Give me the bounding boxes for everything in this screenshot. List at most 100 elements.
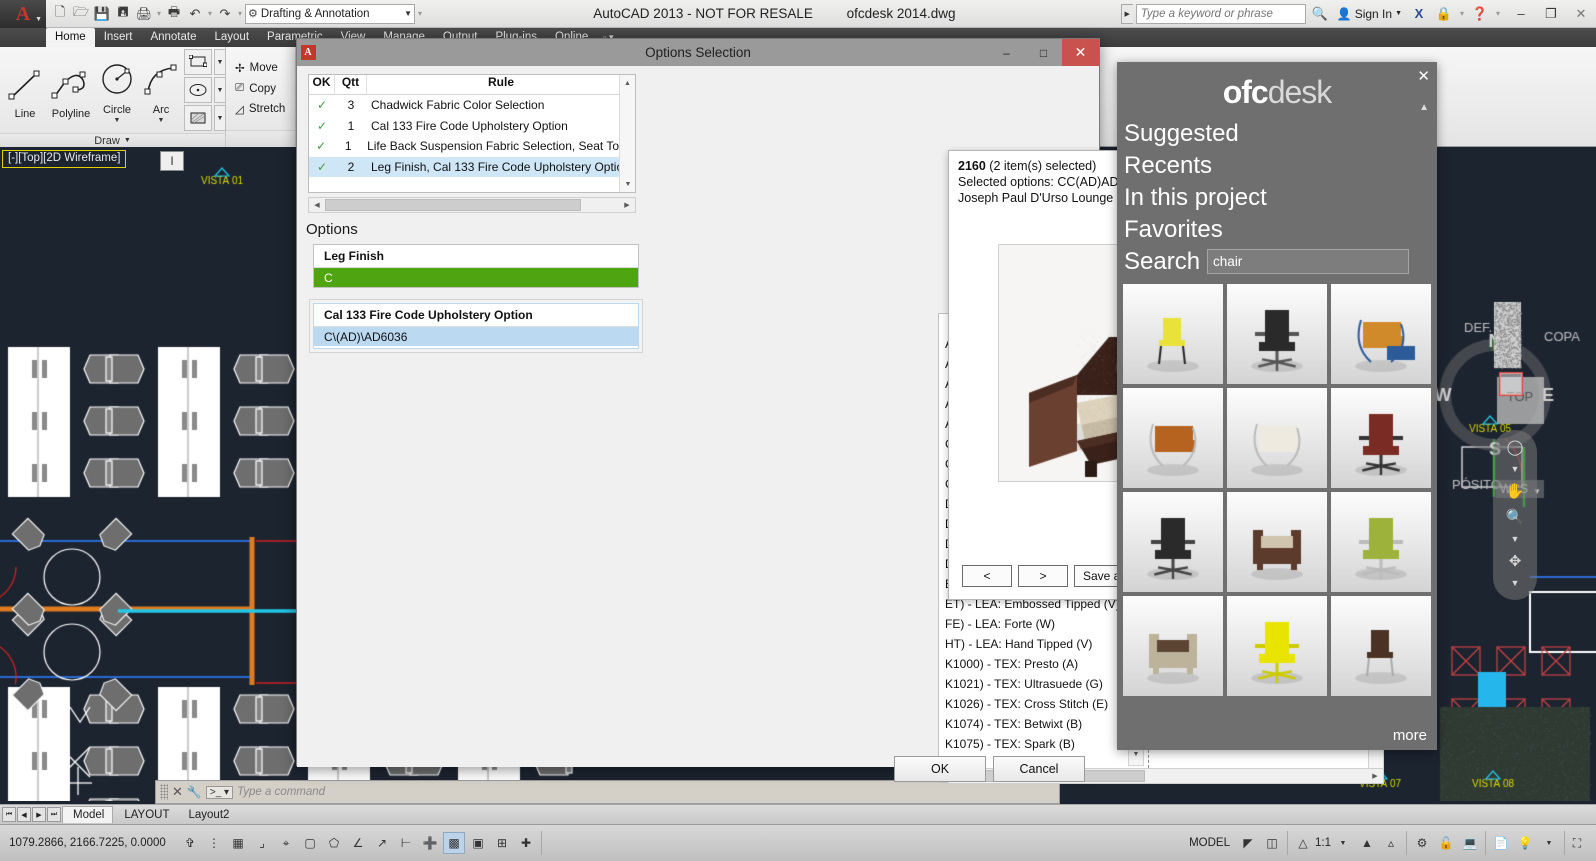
tab-annotate[interactable]: Annotate	[141, 28, 205, 47]
lineweight-icon[interactable]: ➕	[419, 832, 441, 854]
layout-tab-bar[interactable]: ⏮ ◀ ▶ ⏭ Model LAYOUT Layout2	[0, 804, 1596, 824]
table-row[interactable]: ✓ 1 Cal 133 Fire Code Upholstery Option	[309, 116, 635, 137]
dialog-minimize-button[interactable]: –	[988, 39, 1025, 66]
scroll-right-icon[interactable]: ▶	[1367, 772, 1383, 780]
rules-vertical-scrollbar[interactable]: ▲ ▼	[619, 75, 635, 192]
scroll-left-icon[interactable]: ◀	[309, 201, 325, 209]
minimize-button[interactable]: –	[1506, 0, 1536, 28]
hatch-dropdown-icon[interactable]: ▼	[214, 105, 226, 131]
new-icon[interactable]: 🗋	[50, 4, 70, 24]
annotation-visibility-icon[interactable]: ▲	[1356, 832, 1378, 854]
clean-screen-icon[interactable]: ⛶	[1566, 832, 1588, 854]
thumbnail-black-task-chair[interactable]	[1227, 284, 1327, 384]
window-controls[interactable]: – ❐ ✕	[1506, 0, 1596, 28]
ortho-icon[interactable]: ⌟	[251, 832, 273, 854]
ellipse-tool[interactable]: ▼	[184, 77, 226, 103]
layout-tab-layout2[interactable]: Layout2	[179, 807, 238, 823]
sign-in-button[interactable]: 👤 Sign In ▼	[1334, 7, 1405, 21]
tray-group[interactable]: 📄 💡 ▼	[1486, 831, 1565, 855]
layout-tab-layout[interactable]: LAYOUT	[114, 807, 177, 823]
infer-constraints-icon[interactable]: ✞	[179, 832, 201, 854]
annotation-monitor-icon[interactable]: ✚	[515, 832, 537, 854]
thumbnail-beige-upholstered-armchair[interactable]	[1123, 596, 1223, 696]
nav-in-this-project[interactable]: In this project	[1117, 182, 1437, 214]
object-snap-tracking-icon[interactable]: ∠	[347, 832, 369, 854]
search-area[interactable]: ▶ 🔍 👤 Sign In ▼ X 🔒 ▾ ❓ ▾	[1121, 0, 1506, 28]
hatch-tool[interactable]: ▼	[184, 105, 226, 131]
arc-button[interactable]: Arc ▼	[140, 54, 182, 127]
isolate-objects-icon[interactable]: 📄	[1490, 832, 1512, 854]
table-row[interactable]: ✓ 1 Life Back Suspension Fabric Selectio…	[309, 136, 635, 157]
thumbnail-yellow-task-chair[interactable]	[1227, 596, 1327, 696]
drafting-toggles[interactable]: ✞ ⋮ ▦ ⌟ ⌖ ▢ ⬠ ∠ ↗ ⊢ ➕ ▩ ▣ ⊞ ✚	[175, 831, 542, 855]
layout-grid-icon[interactable]: ◫	[1261, 832, 1283, 854]
undo-icon[interactable]: ↶	[185, 4, 205, 24]
drag-handle[interactable]	[160, 784, 168, 800]
redo-icon[interactable]: ↷	[215, 4, 235, 24]
ellipse-dropdown-icon[interactable]: ▼	[214, 77, 226, 103]
polar-tracking-icon[interactable]: ⌖	[275, 832, 297, 854]
first-layout-button[interactable]: ⏮	[2, 807, 16, 822]
scroll-thumb[interactable]	[325, 199, 581, 211]
thumbnail-wood-shell-chair[interactable]	[1331, 596, 1431, 696]
plot-preview-icon[interactable]: 🖨	[134, 4, 154, 24]
thumbnail-orange-barcelona-chair-blue-base[interactable]	[1331, 284, 1431, 384]
save-icon[interactable]: 💾	[92, 4, 112, 24]
option-group-leg-finish[interactable]: Leg Finish C	[313, 244, 639, 288]
chevron-down-icon-3[interactable]: ▼	[1511, 578, 1520, 588]
next-button[interactable]: >	[1018, 565, 1068, 587]
annotation-scale-icon[interactable]: △	[1292, 832, 1314, 854]
last-layout-button[interactable]: ⏭	[47, 807, 61, 822]
close-button[interactable]: ✕	[1566, 0, 1596, 28]
tab-insert[interactable]: Insert	[95, 28, 142, 47]
circle-dropdown-icon[interactable]: ▼	[114, 117, 121, 124]
transparency-icon[interactable]: ▩	[443, 832, 465, 854]
nav-favorites[interactable]: Favorites	[1117, 214, 1437, 246]
save-as-icon[interactable]: 🖪	[113, 4, 133, 24]
gear-icon[interactable]: ⚙	[1411, 832, 1433, 854]
ofcdesk-nav[interactable]: Suggested Recents In this project Favori…	[1117, 118, 1437, 246]
search-icon[interactable]: 🔍	[1309, 3, 1331, 25]
chevron-down-icon-help[interactable]: ▾	[1494, 9, 1502, 18]
thumbnail-brown-lounge-armchair[interactable]	[1227, 492, 1327, 592]
move-button[interactable]: ✢ Move	[230, 59, 283, 77]
arc-dropdown-icon[interactable]: ▼	[158, 117, 165, 124]
autoscale-icon[interactable]: ▵	[1380, 832, 1402, 854]
table-row[interactable]: ✓ 3 Chadwick Fabric Color Selection	[309, 95, 635, 116]
cancel-button[interactable]: Cancel	[993, 756, 1085, 782]
scroll-down-icon[interactable]: ▼	[620, 176, 636, 192]
qat-overflow-caret[interactable]: ▾	[416, 9, 424, 18]
stretch-button[interactable]: ◿ Stretch	[230, 100, 290, 118]
option-group-value[interactable]: C\(AD)\AD6036	[314, 327, 638, 346]
chevron-down-icon-360[interactable]: ▾	[1458, 9, 1466, 18]
lightbulb-icon[interactable]: 💡	[1514, 832, 1536, 854]
model-space-button[interactable]: MODEL	[1183, 837, 1236, 849]
dialog-title-bar[interactable]: A Options Selection – □ ✕	[297, 39, 1099, 66]
nav-suggested[interactable]: Suggested	[1117, 118, 1437, 150]
tab-layout[interactable]: Layout	[206, 28, 259, 47]
lock-icon[interactable]: 🔓	[1435, 832, 1457, 854]
chevron-up-icon[interactable]: ▲	[1419, 102, 1429, 113]
rectangle-dropdown-icon[interactable]: ▼	[214, 49, 226, 75]
circle-button[interactable]: Circle ▼	[96, 54, 138, 127]
infocenter-expand-icon[interactable]: ▶	[1121, 4, 1133, 24]
rules-table[interactable]: OK Qtt Rule ✓ 3 Chadwick Fabric Color Se…	[308, 74, 636, 193]
viewport-label[interactable]: [-][Top][2D Wireframe]	[2, 150, 126, 168]
chevron-down-icon-2[interactable]: ▼	[1511, 534, 1520, 544]
search-input[interactable]	[1207, 249, 1409, 274]
workspace-selector[interactable]: ⚙ Drafting & Annotation ▼	[245, 4, 415, 24]
previous-button[interactable]: <	[962, 565, 1012, 587]
nav-recents[interactable]: Recents	[1117, 150, 1437, 182]
customize-icon[interactable]: 🔧	[187, 785, 202, 799]
restore-button[interactable]: ❐	[1536, 0, 1566, 28]
dropdown-caret-3[interactable]: ▾	[236, 9, 244, 18]
polyline-button[interactable]: Polyline	[48, 58, 94, 123]
close-icon[interactable]: ✕	[172, 784, 183, 800]
thumbnail-yellow-cantilever-chair[interactable]	[1123, 284, 1223, 384]
ofcdesk-search-row[interactable]: Search	[1117, 248, 1437, 276]
search-input[interactable]	[1136, 4, 1306, 24]
selection-cycling-icon[interactable]: ⊞	[491, 832, 513, 854]
dropdown-caret-2[interactable]: ▾	[206, 9, 214, 18]
rectangle-tool[interactable]: ▼	[184, 49, 226, 75]
command-input[interactable]: Type a command	[237, 786, 325, 798]
